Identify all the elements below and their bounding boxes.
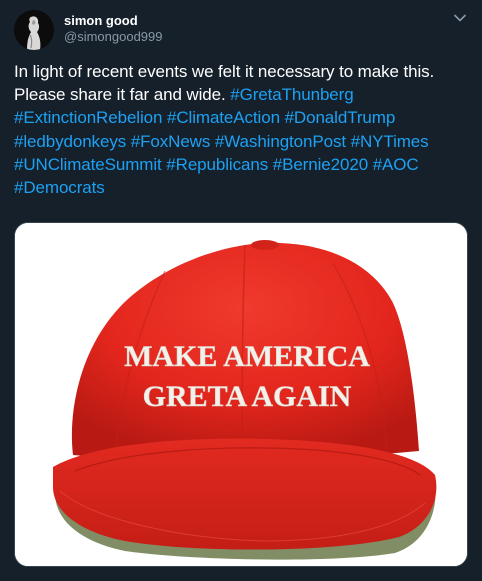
tweet-media-image[interactable]: MAKE AMERICA GRETA AGAIN xyxy=(14,222,468,567)
author-display-name[interactable]: simon good xyxy=(64,13,162,29)
hashtag-link[interactable]: #ExtinctionRebelion xyxy=(14,108,162,127)
hashtag-link[interactable]: #WashingtonPost xyxy=(215,132,346,151)
hashtag-link[interactable]: #AOC xyxy=(373,155,419,174)
avatar-silhouette-icon xyxy=(14,10,54,50)
hashtag-link[interactable]: #GretaThunberg xyxy=(230,85,353,104)
hat-text-line2: GRETA AGAIN xyxy=(143,380,352,413)
tweet-text-content: In light of recent events we felt it nec… xyxy=(14,62,435,105)
hashtag-link[interactable]: #Democrats xyxy=(14,178,105,197)
hashtag-link[interactable]: #FoxNews xyxy=(131,132,211,151)
hashtag-link[interactable]: #Bernie2020 xyxy=(273,155,368,174)
red-cap-image: MAKE AMERICA GRETA AGAIN xyxy=(15,223,467,566)
hashtag-link[interactable]: #NYTimes xyxy=(351,132,429,151)
hashtag-link[interactable]: #ledbydonkeys xyxy=(14,132,126,151)
avatar[interactable] xyxy=(14,10,54,50)
hashtag-link[interactable]: #Republicans xyxy=(166,155,268,174)
hat-text-line1: MAKE AMERICA xyxy=(124,340,370,373)
hashtag-link[interactable]: #DonaldTrump xyxy=(285,108,396,127)
hashtag-link[interactable]: #UNClimateSummit xyxy=(14,155,162,174)
tweet: simon good @simongood999 In light of rec… xyxy=(0,0,482,581)
chevron-down-icon xyxy=(454,14,466,22)
author-handle[interactable]: @simongood999 xyxy=(64,29,162,45)
tweet-text: In light of recent events we felt it nec… xyxy=(14,60,470,199)
tweet-header: simon good @simongood999 xyxy=(14,10,470,50)
hashtag-link[interactable]: #ClimateAction xyxy=(167,108,280,127)
tweet-menu-button[interactable] xyxy=(452,10,468,26)
